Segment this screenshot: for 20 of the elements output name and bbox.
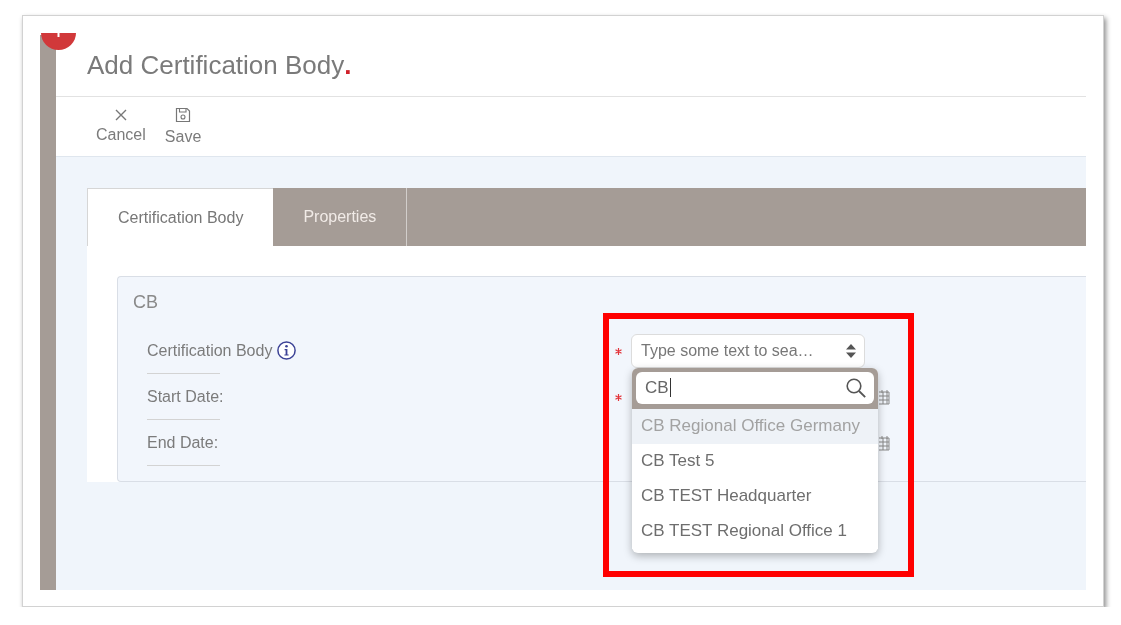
save-button[interactable]: Save [164,107,202,146]
calendar-icon[interactable] [879,388,890,405]
dropdown-option[interactable]: CB TEST Regional Office 1 [632,513,878,549]
field-label: End Date: [147,433,219,452]
field-label: Certification Body [147,341,273,360]
search-icon[interactable] [846,377,866,398]
text-cursor-icon [669,378,671,397]
close-icon [114,109,127,121]
calendar-icon[interactable] [879,434,890,451]
cancel-button[interactable]: Cancel [96,109,146,144]
field-label: Start Date: [147,387,224,406]
search-field[interactable]: CB [636,371,874,404]
dropdown-option[interactable]: CB TEST Headquarter [632,478,878,514]
page-title: Add Certification Body. [87,50,352,81]
certification-body-select[interactable]: Type some text to sea… [631,333,865,368]
sort-caret-icon [846,343,856,358]
fieldset-legend: CB [133,290,158,314]
tab[interactable]: Certification Body [87,188,274,246]
dropdown-option[interactable]: CB Test 5 [632,443,878,479]
info-icon[interactable] [277,341,297,360]
